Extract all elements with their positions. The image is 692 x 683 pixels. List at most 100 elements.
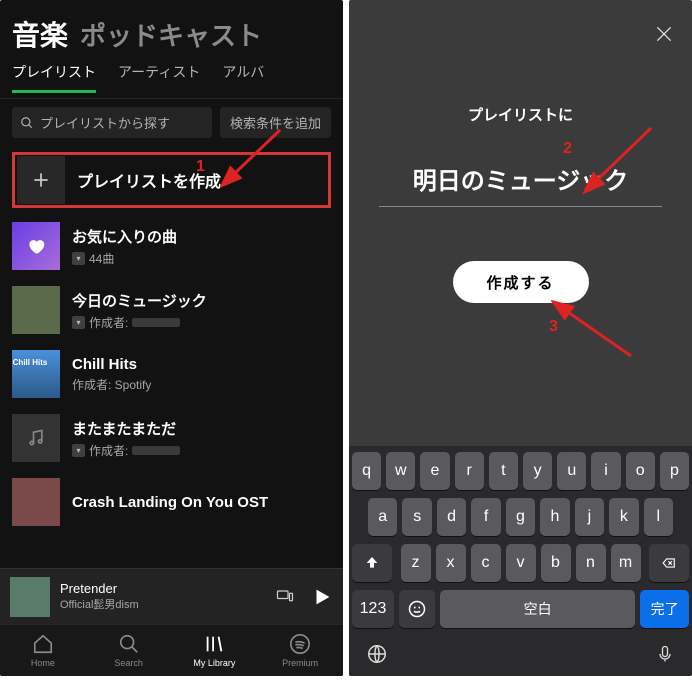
key-f[interactable]: f [471,498,500,536]
item-sub: 作成者: Spotify [72,376,151,393]
backspace-key[interactable] [649,544,689,582]
list-item[interactable]: 今日のミュージック 作成者: [0,278,343,342]
nav-home[interactable]: Home [0,625,86,676]
keyboard-row-1: qwertyuiop [352,452,689,490]
key-a[interactable]: a [368,498,397,536]
globe-icon[interactable] [366,643,388,665]
key-l[interactable]: l [644,498,673,536]
shift-icon [364,555,380,571]
downloaded-icon [72,444,85,457]
key-i[interactable]: i [591,452,620,490]
playlist-list: お気に入りの曲 44曲 今日のミュージック 作成者: Chill Hits Ch… [0,214,343,534]
nav-library[interactable]: My Library [172,625,258,676]
tab-podcast[interactable]: ポッドキャスト [80,16,262,53]
key-v[interactable]: v [506,544,536,582]
home-icon [32,633,54,655]
key-h[interactable]: h [540,498,569,536]
key-x[interactable]: x [436,544,466,582]
key-u[interactable]: u [557,452,586,490]
filter-artist[interactable]: アーティスト [118,62,200,92]
key-t[interactable]: t [489,452,518,490]
thumb-image [12,286,60,334]
redacted [132,446,180,455]
emoji-icon [408,600,426,618]
search-input[interactable]: プレイリストから探す [12,107,212,138]
plus-icon [17,156,65,204]
spotify-icon [289,633,311,655]
filter-album[interactable]: アルバ [222,62,264,92]
keyboard-row-3: zxcvbnm [352,544,689,582]
filter-tabs: プレイリスト アーティスト アルバ [0,62,343,99]
done-key[interactable]: 完了 [640,590,689,628]
item-title: Chill Hits [72,356,151,373]
key-m[interactable]: m [611,544,641,582]
create-button[interactable]: 作成する [453,261,589,303]
nav-premium[interactable]: Premium [257,625,343,676]
filter-playlist[interactable]: プレイリスト [12,62,96,92]
key-p[interactable]: p [660,452,689,490]
key-k[interactable]: k [609,498,638,536]
keyboard-row-2: asdfghjkl [352,498,689,536]
key-d[interactable]: d [437,498,466,536]
item-title: Crash Landing On You OST [72,494,268,511]
tab-music[interactable]: 音楽 [12,14,68,54]
list-item[interactable]: またまたまただ 作成者: [0,406,343,470]
format-tabs: 音楽 ポッドキャスト [0,0,343,62]
downloaded-icon [72,316,85,329]
backspace-icon [659,556,679,570]
modal-prompt: プレイリストに [349,104,692,125]
key-q[interactable]: q [352,452,381,490]
keyboard-row-4: 123 空白 完了 [352,590,689,628]
list-item[interactable]: Crash Landing On You OST [0,470,343,534]
key-g[interactable]: g [506,498,535,536]
heart-icon [26,236,46,256]
item-title: またまたまただ [72,418,180,439]
thumb-image: Chill Hits [12,350,60,398]
key-e[interactable]: e [420,452,449,490]
bottom-nav: Home Search My Library Premium [0,624,343,676]
now-playing-thumb [10,577,50,617]
create-playlist-label: プレイリストを作成 [77,168,221,192]
key-j[interactable]: j [575,498,604,536]
callout-3: 3 [549,318,558,336]
key-r[interactable]: r [455,452,484,490]
item-sub: 作成者: [72,442,180,459]
key-y[interactable]: y [523,452,552,490]
add-filter-button[interactable]: 検索条件を追加 [220,107,331,138]
key-z[interactable]: z [401,544,431,582]
search-placeholder: プレイリストから探す [40,113,170,132]
list-item[interactable]: お気に入りの曲 44曲 [0,214,343,278]
mic-icon[interactable] [655,642,675,666]
shift-key[interactable] [352,544,392,582]
redacted [132,318,180,327]
list-item[interactable]: Chill Hits Chill Hits 作成者: Spotify [0,342,343,406]
key-o[interactable]: o [626,452,655,490]
now-playing-bar[interactable]: Pretender Official髭男dism [0,568,343,624]
thumb-image [12,414,60,462]
numeric-key[interactable]: 123 [352,590,394,628]
search-row: プレイリストから探す 検索条件を追加 [0,99,343,146]
nav-search[interactable]: Search [86,625,172,676]
keyboard-bottom [352,636,689,666]
thumb-favorites [12,222,60,270]
music-note-icon [26,428,46,448]
playlist-name-input[interactable]: 明日のミュージック [379,161,662,207]
key-n[interactable]: n [576,544,606,582]
key-b[interactable]: b [541,544,571,582]
key-c[interactable]: c [471,544,501,582]
space-key[interactable]: 空白 [440,590,635,628]
library-icon [203,633,225,655]
devices-icon[interactable] [275,588,295,606]
item-title: 今日のミュージック [72,290,207,311]
emoji-key[interactable] [399,590,435,628]
close-button[interactable] [654,24,674,44]
keyboard: qwertyuiop asdfghjkl zxcvbnm 123 空白 完了 [349,446,692,676]
key-w[interactable]: w [386,452,415,490]
create-playlist-modal: プレイリストに 明日のミュージック 作成する 2 3 qwertyuiop as… [349,0,692,676]
create-playlist-row[interactable]: プレイリストを作成 [12,152,331,208]
key-s[interactable]: s [402,498,431,536]
callout-2: 2 [563,140,572,158]
item-sub: 44曲 [72,250,177,267]
annotation-arrow-3 [551,300,641,370]
play-icon[interactable] [311,586,333,608]
